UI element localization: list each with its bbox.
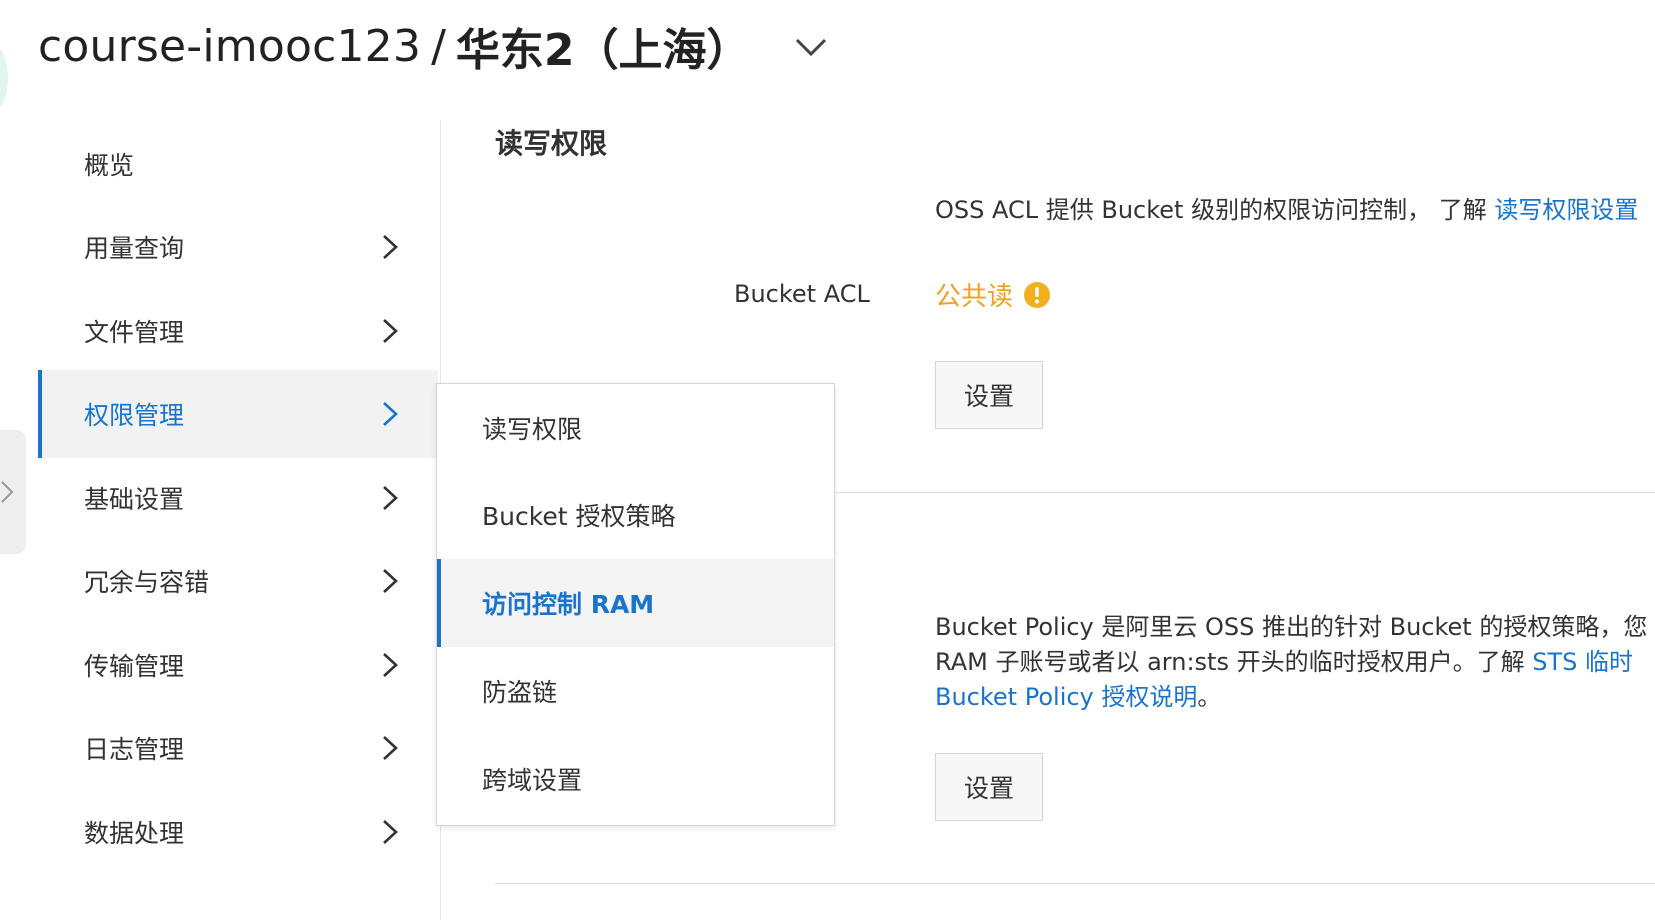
policy-line-2: RAM 子账号或者以 arn:sts 开头的临时授权用户。了解 STS 临时 [935,645,1655,680]
sidebar-item-transfer[interactable]: 传输管理 [38,621,438,709]
sidebar-item-overview[interactable]: 概览 [38,120,438,208]
section-divider [495,883,1655,884]
policy-set-button[interactable]: 设置 [935,753,1043,821]
sidebar-item-label: 用量查询 [84,234,185,263]
acl-description: OSS ACL 提供 Bucket 级别的权限访问控制， 了解 读写权限设置 [935,190,1638,225]
warning-icon [1024,281,1051,308]
sidebar-item-label: 概览 [84,151,135,180]
submenu-item-label: 跨域设置 [482,766,583,795]
bucket-name: course-imooc123 [38,20,422,72]
sidebar-item-usage[interactable]: 用量查询 [38,203,438,291]
chevron-down-icon[interactable] [793,28,829,64]
submenu-item-label: 读写权限 [482,415,583,444]
section-title: 读写权限 [495,127,608,160]
sidebar-item-files[interactable]: 文件管理 [38,287,438,375]
chevron-right-icon [1,481,14,503]
chevron-right-icon [383,569,398,593]
policy-description: Bucket Policy 是阿里云 OSS 推出的针对 Bucket 的授权策… [935,610,1655,715]
sidebar-item-data-processing[interactable]: 数据处理 [38,788,438,876]
acl-description-text: OSS ACL 提供 Bucket 级别的权限访问控制， 了解 [935,196,1495,224]
sidebar-item-basic-settings[interactable]: 基础设置 [38,454,438,542]
sidebar-item-logs[interactable]: 日志管理 [38,704,438,792]
chevron-right-icon [383,319,398,343]
chevron-right-icon [383,820,398,844]
sts-link[interactable]: STS 临时 [1532,648,1633,676]
chevron-right-icon [383,653,398,677]
sidebar-item-label: 冗余与容错 [84,568,210,597]
submenu-item-label: Bucket 授权策略 [482,502,676,531]
sidebar-item-label: 文件管理 [84,318,185,347]
sidebar-item-permissions[interactable]: 权限管理 [38,370,438,458]
submenu-item-hotlink[interactable]: 防盗链 [437,647,834,735]
section-divider [835,492,1655,493]
sidebar: 概览 用量查询 文件管理 权限管理 基础设置 冗余与容错 传输管理 日志管理 数… [38,120,438,920]
sidebar-item-label: 权限管理 [84,401,185,430]
acl-set-button[interactable]: 设置 [935,361,1043,429]
policy-line-3-tail: 。 [1197,683,1222,711]
sidebar-item-label: 数据处理 [84,819,185,848]
bucket-policy-link[interactable]: Bucket Policy 授权说明 [935,683,1197,711]
chevron-right-icon [383,736,398,760]
acl-value: 公共读 [935,276,1051,313]
policy-line-1: Bucket Policy 是阿里云 OSS 推出的针对 Bucket 的授权策… [935,613,1648,641]
sidebar-item-label: 日志管理 [84,735,185,764]
submenu-item-read-write[interactable]: 读写权限 [437,384,834,472]
acl-value-text: 公共读 [935,282,1014,312]
acl-help-link[interactable]: 读写权限设置 [1494,196,1638,224]
decorative-blob [0,38,8,118]
sidebar-collapse-toggle[interactable] [0,430,26,554]
submenu-item-bucket-policy[interactable]: Bucket 授权策略 [437,471,834,559]
permissions-submenu: 读写权限 Bucket 授权策略 访问控制 RAM 防盗链 跨域设置 [436,383,835,826]
sidebar-item-redundancy[interactable]: 冗余与容错 [38,537,438,625]
policy-line-2-text: RAM 子账号或者以 arn:sts 开头的临时授权用户。了解 [935,648,1533,676]
chevron-right-icon [383,486,398,510]
policy-line-3: Bucket Policy 授权说明。 [935,680,1655,715]
submenu-item-label: 访问控制 RAM [482,590,655,619]
submenu-item-ram[interactable]: 访问控制 RAM [437,559,834,647]
sidebar-item-label: 基础设置 [84,485,185,514]
acl-label: Bucket ACL [734,280,870,308]
sidebar-item-label: 传输管理 [84,652,185,681]
region-name: 华东2（上海） [455,25,751,76]
submenu-item-cors[interactable]: 跨域设置 [437,735,834,823]
header-separator: / [431,20,446,72]
chevron-right-icon [383,402,398,426]
bucket-header: course-imooc123 / 华东2（上海） [38,14,829,78]
submenu-item-label: 防盗链 [482,678,558,707]
chevron-right-icon [383,235,398,259]
